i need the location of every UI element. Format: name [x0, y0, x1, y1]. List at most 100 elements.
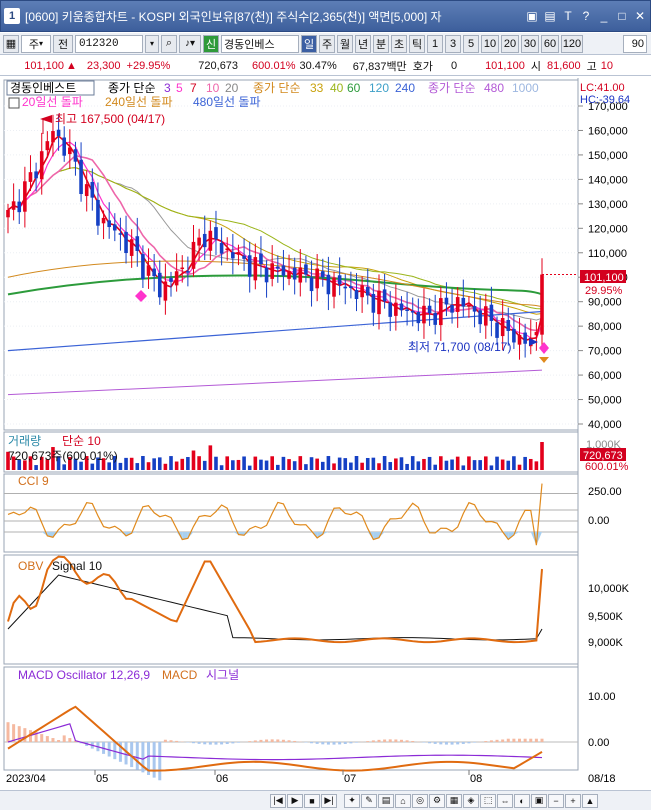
- chart-svg[interactable]: 170,000160,000150,000140,000130,000120,0…: [0, 78, 651, 790]
- scroll-next-icon[interactable]: ▶: [287, 793, 303, 808]
- stock-icon[interactable]: ▤: [542, 8, 558, 24]
- search-icon[interactable]: ⌕: [161, 34, 177, 53]
- volume-bar: [315, 458, 319, 470]
- macd-osc-bar: [428, 742, 432, 744]
- link-icon[interactable]: ▣: [524, 8, 540, 24]
- interval-3[interactable]: 3: [445, 34, 461, 53]
- sound-icon[interactable]: ♪▾: [179, 34, 201, 53]
- price-y-tick: 90,000: [588, 297, 622, 309]
- candle-body: [320, 271, 325, 278]
- tool-icon-12[interactable]: ▣: [531, 793, 547, 808]
- candle-body: [197, 237, 201, 246]
- period-tab-tick[interactable]: 틱: [409, 34, 425, 53]
- candle-body: [405, 309, 409, 311]
- volume-bar: [202, 460, 207, 470]
- svg-text:08: 08: [470, 773, 482, 785]
- interval-20[interactable]: 20: [501, 34, 519, 53]
- svg-text:240일선 돌파: 240일선 돌파: [105, 95, 173, 109]
- minimize-icon[interactable]: _: [596, 8, 612, 24]
- maximize-icon[interactable]: □: [614, 8, 630, 24]
- svg-text:20일선 돌파: 20일선 돌파: [22, 95, 83, 109]
- scroll-first-icon[interactable]: |◀: [270, 793, 286, 808]
- tool-icon-10[interactable]: ⇔: [497, 793, 513, 808]
- volume-bar: [197, 456, 201, 470]
- market-select[interactable]: 주 ▾: [21, 34, 51, 53]
- interval-30[interactable]: 30: [521, 34, 539, 53]
- stop-icon[interactable]: ■: [304, 793, 320, 808]
- count-input[interactable]: 90: [623, 34, 647, 53]
- volume-bar: [371, 457, 376, 470]
- svg-text:600.01%: 600.01%: [585, 461, 629, 473]
- price-y-tick: 80,000: [588, 321, 622, 333]
- tool-icon-9[interactable]: ⬚: [480, 793, 496, 808]
- prev-button[interactable]: 전: [53, 34, 73, 53]
- stock-code-input[interactable]: 012320: [75, 34, 143, 53]
- period-tab-year[interactable]: 년: [355, 34, 371, 53]
- tool-icon-6[interactable]: ⚙: [429, 793, 445, 808]
- chart-navigation-bar: |◀ ▶ ■ ▶| ✦ ✎ ▤ ⌂ ◎ ⚙ ▦ ◈ ⬚ ⇔ ◐ ▣ − + ▲: [0, 790, 651, 810]
- volume-bar: [433, 464, 437, 470]
- new-badge: 신: [203, 34, 219, 53]
- tool-icon-4[interactable]: ⌂: [395, 793, 411, 808]
- volume-bar: [410, 456, 415, 470]
- macd-osc-bar: [343, 742, 347, 744]
- period-tab-month[interactable]: 월: [337, 34, 353, 53]
- price-pane[interactable]: [3, 79, 579, 431]
- price-y-tick: 150,000: [588, 150, 628, 162]
- svg-text:720,673주(600.01%): 720,673주(600.01%): [8, 449, 118, 463]
- window-list-icon[interactable]: ▦: [3, 34, 19, 53]
- interval-1[interactable]: 1: [427, 34, 443, 53]
- period-tab-day[interactable]: 일: [301, 34, 317, 53]
- macd-osc-bar: [489, 740, 493, 742]
- candle-body: [157, 272, 162, 298]
- tool-icon-11[interactable]: ◐: [514, 793, 530, 808]
- interval-5[interactable]: 5: [463, 34, 479, 53]
- candle-body: [113, 224, 117, 231]
- scroll-last-icon[interactable]: ▶|: [321, 793, 337, 808]
- macd-legend: MACD Oscillator 12,26,9 MACD 시그널: [18, 668, 239, 682]
- volume-bar: [388, 462, 393, 470]
- candle-body: [107, 220, 111, 228]
- window-titlebar: 1 [0600] 키움종합차트 - KOSPI 외국인보유[87(천)] 주식수…: [0, 0, 651, 32]
- tool-icon-2[interactable]: ✎: [361, 793, 377, 808]
- period-tab-week[interactable]: 주: [319, 34, 335, 53]
- volume-bar: [332, 463, 336, 470]
- interval-60[interactable]: 60: [541, 34, 559, 53]
- interval-10[interactable]: 10: [481, 34, 499, 53]
- volume-bar: [304, 464, 308, 470]
- tool-icon-5[interactable]: ◎: [412, 793, 428, 808]
- volume-bar: [276, 464, 280, 470]
- macd-osc-bar: [214, 742, 218, 745]
- macd-osc-bar: [253, 740, 257, 742]
- zoom-out-icon[interactable]: −: [548, 793, 564, 808]
- period-tab-minute[interactable]: 분: [373, 34, 389, 53]
- code-dropdown-icon[interactable]: ▾: [145, 34, 159, 53]
- tool-icon-3[interactable]: ▤: [378, 793, 394, 808]
- interval-120[interactable]: 120: [561, 34, 583, 53]
- candle-body: [371, 293, 376, 313]
- tool-icon-7[interactable]: ▦: [446, 793, 462, 808]
- candle-body: [287, 270, 291, 279]
- zoom-in-icon[interactable]: +: [565, 793, 581, 808]
- macd-osc-bar: [6, 722, 10, 742]
- up-arrow-nav-icon[interactable]: ▲: [582, 793, 598, 808]
- macd-osc-bar: [332, 742, 336, 745]
- macd-osc-bar: [191, 742, 195, 744]
- close-icon[interactable]: ✕: [632, 8, 648, 24]
- volume-bar: [461, 465, 466, 470]
- tool-icon-8[interactable]: ◈: [463, 793, 479, 808]
- macd-osc-bar: [456, 742, 460, 745]
- macd-osc-bar: [265, 739, 269, 742]
- chart-area[interactable]: 170,000 160,000 150,000 140,000 130,000 120,0…: [0, 78, 651, 790]
- cci-pane[interactable]: [3, 473, 579, 553]
- help-icon[interactable]: ?: [578, 8, 594, 24]
- calendar-icon[interactable]: [8, 97, 20, 109]
- tool-icon-1[interactable]: ✦: [344, 793, 360, 808]
- candle-body: [534, 332, 539, 336]
- hoga-price: 101,100: [485, 59, 525, 72]
- candle-body: [208, 230, 213, 251]
- text-icon[interactable]: T: [560, 8, 576, 24]
- macd-osc-bar: [310, 742, 314, 744]
- candle-body: [523, 332, 527, 344]
- period-tab-second[interactable]: 초: [391, 34, 407, 53]
